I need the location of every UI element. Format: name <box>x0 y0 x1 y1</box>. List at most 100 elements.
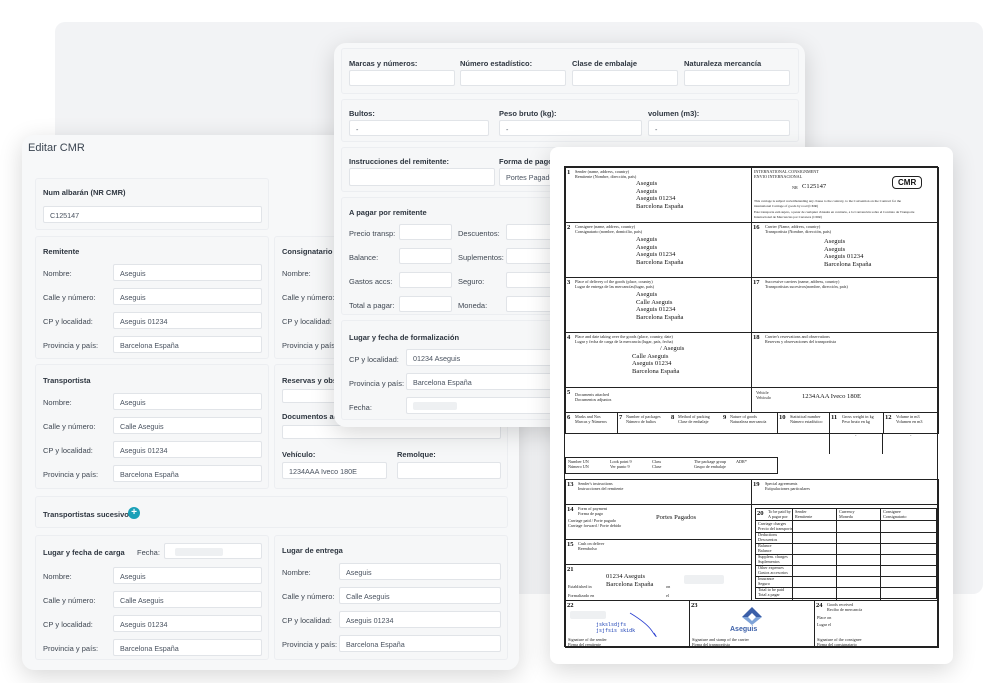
goods-col-8: 8 Method of packing Clase de embalaje <box>670 413 722 433</box>
precio-input[interactable] <box>399 224 452 240</box>
table-col-label: Remitente <box>795 514 813 519</box>
marcas-input[interactable] <box>349 70 455 86</box>
gastos-input[interactable] <box>399 272 452 288</box>
transportista-cp-input[interactable]: Aseguis 01234 <box>113 441 262 458</box>
remolque-input[interactable] <box>397 462 501 479</box>
cmr-box-17: 17 Successive carriers (name, address, c… <box>751 277 939 333</box>
goods-col-6: 6 Marks and Nos Marcas y Números <box>566 413 618 433</box>
box-caption: ADR* <box>736 459 747 464</box>
box-caption: Transportista (Nombre, dirección, país) <box>765 229 832 234</box>
doc-line: Aseguis 01234 <box>636 306 676 314</box>
box-caption: Place on <box>817 615 832 620</box>
cmr-un-row: Number UN Número UN Look point 9 Ver pun… <box>565 457 778 474</box>
box-caption: Forma de pago <box>578 511 604 516</box>
box-caption: Estipulaciones particulares <box>765 486 810 491</box>
carga-nombre-input[interactable]: Aseguis <box>113 567 262 584</box>
doc-line: Barcelona España <box>636 202 684 210</box>
box-caption: Formalizado en <box>568 593 595 598</box>
doc-line: Aseguis <box>636 187 658 195</box>
cmr-box-4: 4 Place and date taking over the goods (… <box>565 332 752 388</box>
box-number: 6 <box>567 414 571 421</box>
remitente-heading: Remitente <box>43 247 80 256</box>
remitente-provincia-input[interactable]: Barcelona España <box>113 336 262 353</box>
cmr-box-3: 3 Place of delivery of the goods (place,… <box>565 277 752 333</box>
charges-rows: Carriage charges Precio del transporte De… <box>756 521 938 599</box>
box-number: 19 <box>753 481 760 488</box>
consignatario-nombre-label: Nombre: <box>282 269 311 278</box>
transportista-calle-input[interactable]: Calle Aseguis <box>113 417 262 434</box>
carga-cp-input[interactable]: Aseguis 01234 <box>113 615 262 632</box>
volumen-input[interactable]: - <box>648 120 790 136</box>
box-caption: Carriage forward / Porte debido <box>568 523 622 528</box>
moneda-label: Moneda: <box>458 301 488 310</box>
consignatario-calle-label: Calle y número: <box>282 293 335 302</box>
albaran-label: Num albarán (NR CMR) <box>43 188 126 197</box>
documentos-input[interactable] <box>282 425 501 439</box>
box-caption: Recibo de mercancía <box>827 607 863 612</box>
cmr-box-19: 19 Special agreements Estipulaciones par… <box>751 479 939 505</box>
cmr-box-15: 15 Cash on deliver Reembolso <box>565 539 752 565</box>
albaran-panel: Num albarán (NR CMR) C125147 <box>35 178 269 230</box>
entrega-nombre-input[interactable]: Aseguis <box>339 563 501 580</box>
entrega-nombre-label: Nombre: <box>282 568 311 577</box>
remitente-cp-input[interactable]: Aseguis 01234 <box>113 312 262 329</box>
cmr-number: C125147 <box>802 183 827 190</box>
cmr-box-2: 2 Consignee (name, address, country) Con… <box>565 222 752 278</box>
formalizacion-fecha-input[interactable] <box>406 397 566 414</box>
formalizacion-heading: Lugar y fecha de formalización <box>349 333 460 342</box>
embalaje-input[interactable] <box>572 70 678 86</box>
transportista-panel: Transportista Nombre: Aseguis Calle y nú… <box>35 364 269 489</box>
box-caption: A pagar por <box>768 514 788 519</box>
formalizacion-cp-label: CP y localidad: <box>349 355 399 364</box>
carga-provincia-input[interactable]: Barcelona España <box>113 639 262 656</box>
instrucciones-input[interactable] <box>349 168 495 186</box>
transportista-calle-label: Calle y número: <box>43 422 96 431</box>
gastos-label: Gastos accs: <box>349 277 393 286</box>
remolque-label: Remolque: <box>397 450 436 459</box>
remitente-calle-input[interactable]: Aseguis <box>113 288 262 305</box>
vehiculo-input[interactable]: 1234AAA Iveco 180E <box>282 462 387 479</box>
transportista-nombre-label: Nombre: <box>43 398 72 407</box>
sender-stamp <box>570 611 606 619</box>
row-label: Precio del transporte <box>758 525 793 531</box>
box-caption: Marcas y Números <box>575 419 607 424</box>
charges-row: Carriage charges Precio del transporte <box>756 521 938 533</box>
remitente-nombre-label: Nombre: <box>43 269 72 278</box>
marcas-label: Marcas y números: <box>349 59 418 68</box>
add-transportista-button[interactable]: + <box>128 507 140 519</box>
carga-calle-input[interactable]: Calle Aseguis <box>113 591 262 608</box>
bultos-input[interactable]: - <box>349 120 489 136</box>
entrega-provincia-input[interactable]: Barcelona España <box>339 635 501 652</box>
remitente-nombre-input[interactable]: Aseguis <box>113 264 262 281</box>
box-caption: Número estadístico <box>790 419 823 424</box>
formalizacion-provincia-input[interactable]: Barcelona España <box>406 373 566 390</box>
albaran-input[interactable]: C125147 <box>43 206 262 223</box>
established-place: 01234 Aseguis <box>606 573 646 580</box>
box-number: 13 <box>567 481 574 488</box>
transportista-provincia-input[interactable]: Barcelona España <box>113 465 262 482</box>
vehicle-value: 1234AAA Iveco 180E <box>802 393 861 400</box>
entrega-cp-input[interactable]: Aseguis 01234 <box>339 611 501 628</box>
box-number: 21 <box>567 566 574 573</box>
carga-fecha-input[interactable] <box>164 543 262 559</box>
box-caption: on <box>666 584 671 589</box>
transportista-nombre-input[interactable]: Aseguis <box>113 393 262 410</box>
naturaleza-input[interactable] <box>684 70 790 86</box>
carga-cp-label: CP y localidad: <box>43 620 93 629</box>
entrega-calle-input[interactable]: Calle Aseguis <box>339 587 501 604</box>
formalizacion-cp-input[interactable]: 01234 Aseguis <box>406 349 566 366</box>
doc-line: Barcelona España <box>636 313 684 321</box>
total-input[interactable] <box>399 296 452 312</box>
estadistico-input[interactable] <box>460 70 566 86</box>
doc-line: Aseguis <box>824 238 846 245</box>
goods-divider <box>777 433 830 454</box>
cmr-box-13: 13 Sender's instructions Instrucciones d… <box>565 479 752 505</box>
goods-col-7: 7 Number of packages Número de bultos <box>618 413 670 433</box>
cmr-box-18: 18 Carrier's reservations and observatio… <box>751 332 939 388</box>
box-caption: Grupo de embalaje <box>694 464 726 469</box>
balance-input[interactable] <box>399 248 452 264</box>
peso-input[interactable]: - <box>499 120 642 136</box>
transportista-heading: Transportista <box>43 376 91 385</box>
box-number: 14 <box>567 506 574 513</box>
remitente-provincia-label: Provincia y país: <box>43 341 99 350</box>
